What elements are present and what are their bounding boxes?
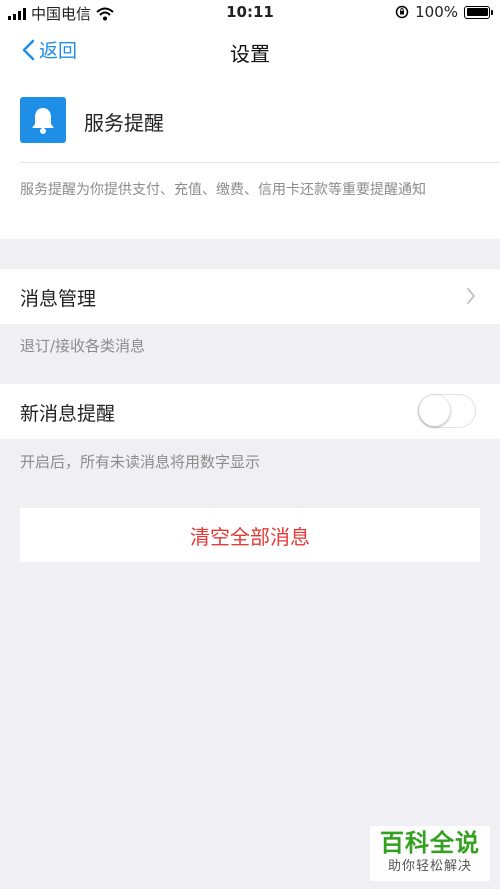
orientation-lock-icon [395,5,409,19]
service-avatar [20,97,66,143]
new-message-alert-label: 新消息提醒 [20,403,116,425]
status-bar: 中国电信 10:11 100% [0,0,500,26]
divider [20,162,500,163]
service-description: 服务提醒为你提供支付、充值、缴费、信用卡还款等重要提醒通知 [20,182,426,198]
new-message-alert-row: 新消息提醒 [0,384,500,439]
clear-all-messages-button[interactable]: 清空全部消息 [20,508,480,562]
message-management-hint: 退订/接收各类消息 [20,337,146,355]
watermark-title: 百科全说 [380,829,480,857]
new-message-alert-toggle[interactable] [418,394,476,428]
battery-percent: 100% [415,3,458,21]
message-management-label: 消息管理 [20,288,97,310]
watermark-logo: 百科全说 助你轻松解决 [370,826,490,881]
chevron-right-icon [467,288,475,304]
message-management-row[interactable]: 消息管理 [0,269,500,324]
service-card: 服务提醒 服务提醒为你提供支付、充值、缴费、信用卡还款等重要提醒通知 [0,76,500,239]
page-title: 设置 [230,42,270,66]
toggle-knob [419,395,450,426]
bell-icon [32,108,54,134]
service-name: 服务提醒 [84,111,164,135]
nav-bar: 返回 设置 [0,26,500,76]
battery-icon [464,5,493,19]
new-message-alert-hint: 开启后，所有未读消息将用数字显示 [20,453,261,471]
watermark-subtitle: 助你轻松解决 [387,859,472,874]
